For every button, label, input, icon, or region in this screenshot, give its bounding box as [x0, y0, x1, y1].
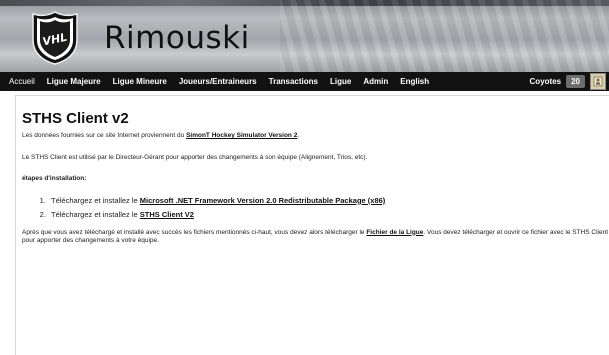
after-install-text: Après que vous avez téléchargé et instal… — [22, 228, 367, 236]
install-steps-list: Téléchargez et installez le Microsoft .N… — [22, 196, 609, 219]
nav-ligue-majeure[interactable]: Ligue Majeure — [41, 72, 107, 91]
vhl-logo[interactable]: VHL — [30, 10, 80, 66]
step1-text: Téléchargez et installez le — [51, 195, 140, 205]
install-step-1: Téléchargez et installez le Microsoft .N… — [48, 196, 609, 205]
step2-text: Téléchargez et installez le — [51, 209, 140, 219]
user-team-area: Coyotes 20 — [530, 72, 606, 91]
install-steps-heading: étapes d'installation: — [22, 175, 87, 182]
help-glyph-icon — [593, 76, 603, 87]
nav-admin[interactable]: Admin — [357, 72, 394, 91]
sths-client-download-link[interactable]: STHS Client V2 — [140, 210, 194, 219]
main-content: STHS Client v2 Les données fournies sur … — [15, 95, 609, 355]
team-name-link[interactable]: Coyotes — [530, 77, 562, 86]
page-title: STHS Client v2 — [22, 110, 129, 127]
intro-paragraph: Les données fournies sur ce site Interne… — [22, 132, 609, 141]
team-count-badge[interactable]: 20 — [566, 75, 585, 88]
nav-english[interactable]: English — [394, 72, 435, 91]
install-step-2: Téléchargez et installez le STHS Client … — [48, 210, 609, 219]
nav-transactions[interactable]: Transactions — [263, 72, 324, 91]
dotnet-download-link[interactable]: Microsoft .NET Framework Version 2.0 Red… — [140, 196, 386, 205]
main-nav: Accueil Ligue Majeure Ligue Mineure Joue… — [0, 72, 609, 91]
after-install-paragraph: Après que vous avez téléchargé et instal… — [22, 229, 609, 246]
nav-accueil[interactable]: Accueil — [0, 72, 41, 91]
intro-text-end: . — [297, 132, 300, 139]
nav-ligue[interactable]: Ligue — [324, 72, 357, 91]
simont-link[interactable]: SimonT Hockey Simulator Version 2 — [186, 132, 297, 139]
intro-text: Les données fournies sur ce site Interne… — [22, 132, 187, 139]
site-title: Rimouski — [104, 20, 250, 56]
description-paragraph: Le STHS Client est utilisé par le Direct… — [22, 153, 368, 161]
nav-ligue-mineure[interactable]: Ligue Mineure — [107, 72, 173, 91]
nav-joueurs-entraineurs[interactable]: Joueurs/Entraineurs — [173, 72, 263, 91]
help-icon[interactable] — [590, 73, 606, 90]
league-file-link[interactable]: Fichier de la Ligue — [366, 229, 423, 236]
header-banner: VHL Rimouski — [0, 0, 609, 72]
